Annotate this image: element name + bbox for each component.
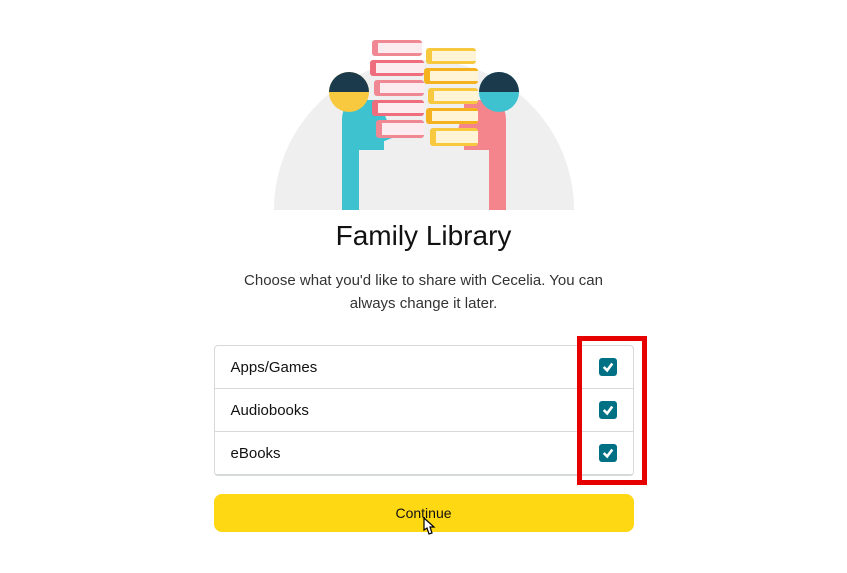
checkbox-ebooks[interactable] [599, 444, 617, 462]
checkbox-apps-games[interactable] [599, 358, 617, 376]
page-subtitle: Choose what you'd like to share with Cec… [214, 270, 634, 315]
continue-button-label: Continue [395, 505, 451, 521]
check-icon [602, 447, 614, 459]
continue-button[interactable]: Continue [214, 494, 634, 532]
option-audiobooks: Audiobooks [215, 389, 633, 432]
option-label: Apps/Games [231, 359, 318, 376]
option-label: eBooks [231, 445, 281, 462]
option-apps-games: Apps/Games [215, 346, 633, 389]
option-label: Audiobooks [231, 402, 309, 419]
checkbox-audiobooks[interactable] [599, 401, 617, 419]
page-title: Family Library [336, 220, 512, 252]
option-ebooks: eBooks [215, 432, 633, 475]
family-library-panel: Family Library Choose what you'd like to… [214, 20, 634, 532]
check-icon [602, 404, 614, 416]
illustration-people-books [254, 20, 594, 210]
check-icon [602, 361, 614, 373]
share-options-list: Apps/Games Audiobooks eBooks [214, 345, 634, 476]
